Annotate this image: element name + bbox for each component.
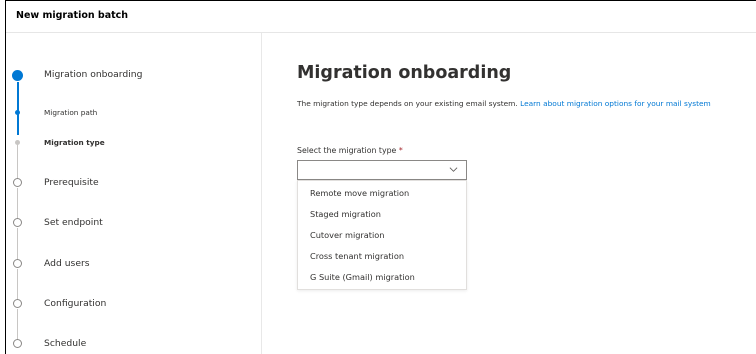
step-pending-icon: [13, 178, 22, 187]
step-pending-icon: [13, 299, 22, 308]
substep-current-icon: [15, 140, 20, 145]
substep-complete-icon: [15, 110, 20, 115]
step-migration-path[interactable]: Migration path: [6, 107, 256, 119]
step-schedule[interactable]: Schedule: [6, 337, 256, 351]
option-remote-move[interactable]: Remote move migration: [298, 183, 466, 204]
step-migration-onboarding[interactable]: Migration onboarding: [6, 68, 256, 84]
step-label: Migration path: [44, 108, 98, 117]
step-pending-icon: [13, 259, 22, 268]
wizard-window: New migration batch Migration onboarding…: [5, 0, 756, 354]
step-label: Migration onboarding: [44, 69, 143, 80]
wizard-stepper: Migration onboarding Migration path Migr…: [6, 33, 262, 354]
option-cutover[interactable]: Cutover migration: [298, 225, 466, 246]
migration-type-options: Remote move migration Staged migration C…: [297, 180, 467, 290]
step-prerequisite[interactable]: Prerequisite: [6, 176, 256, 190]
window-title: New migration batch: [6, 1, 756, 33]
option-cross-tenant[interactable]: Cross tenant migration: [298, 246, 466, 267]
migration-type-label: Select the migration type *: [297, 146, 403, 155]
step-label: Configuration: [44, 298, 107, 309]
step-add-users[interactable]: Add users: [6, 257, 256, 271]
step-label: Prerequisite: [44, 177, 99, 188]
migration-type-dropdown[interactable]: [297, 160, 467, 180]
main-content: Migration onboarding The migration type …: [262, 33, 756, 354]
required-marker: *: [398, 146, 403, 155]
page-description: The migration type depends on your exist…: [297, 99, 711, 108]
field-label-text: Select the migration type: [297, 146, 397, 155]
page-title: Migration onboarding: [297, 63, 512, 83]
option-staged[interactable]: Staged migration: [298, 204, 466, 225]
option-gsuite[interactable]: G Suite (Gmail) migration: [298, 267, 466, 288]
step-pending-icon: [13, 218, 22, 227]
step-label: Add users: [44, 258, 90, 269]
description-text: The migration type depends on your exist…: [297, 99, 521, 108]
step-label: Migration type: [44, 138, 105, 147]
learn-more-link[interactable]: Learn about migration options for your m…: [520, 99, 711, 108]
step-pending-icon: [13, 339, 22, 348]
step-active-icon: [12, 70, 23, 81]
chevron-down-icon: [449, 167, 458, 172]
step-label: Schedule: [44, 338, 87, 349]
step-set-endpoint[interactable]: Set endpoint: [6, 216, 256, 230]
step-migration-type[interactable]: Migration type: [6, 137, 256, 149]
step-label: Set endpoint: [44, 217, 103, 228]
step-configuration[interactable]: Configuration: [6, 297, 256, 311]
